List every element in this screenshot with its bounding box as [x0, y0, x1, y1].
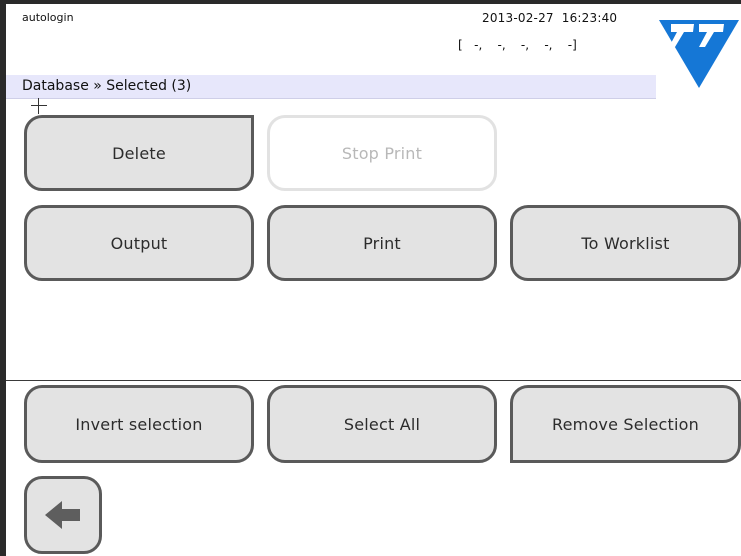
arrow-left-icon	[45, 501, 80, 529]
remove-selection-button[interactable]: Remove Selection	[510, 385, 741, 463]
invert-selection-button[interactable]: Invert selection	[24, 385, 254, 463]
stop-print-button[interactable]: Stop Print	[267, 115, 497, 191]
select-all-button[interactable]: Select All	[267, 385, 497, 463]
status-user: autologin	[22, 11, 74, 24]
breadcrumb-text: Database » Selected (3)	[22, 78, 192, 94]
status-indicators: [ -, -, -, -, -]	[458, 38, 577, 52]
breadcrumb: Database » Selected (3)	[6, 75, 656, 99]
brand-logo-icon	[659, 20, 739, 88]
print-button[interactable]: Print	[267, 205, 497, 281]
back-button[interactable]	[24, 476, 102, 554]
divider	[6, 380, 741, 381]
status-datetime: 2013-02-27 16:23:40	[482, 11, 618, 25]
window-top-edge	[0, 0, 741, 4]
to-worklist-button[interactable]: To Worklist	[510, 205, 741, 281]
delete-button[interactable]: Delete	[24, 115, 254, 191]
output-button[interactable]: Output	[24, 205, 254, 281]
crosshair-cursor-icon	[31, 98, 47, 114]
